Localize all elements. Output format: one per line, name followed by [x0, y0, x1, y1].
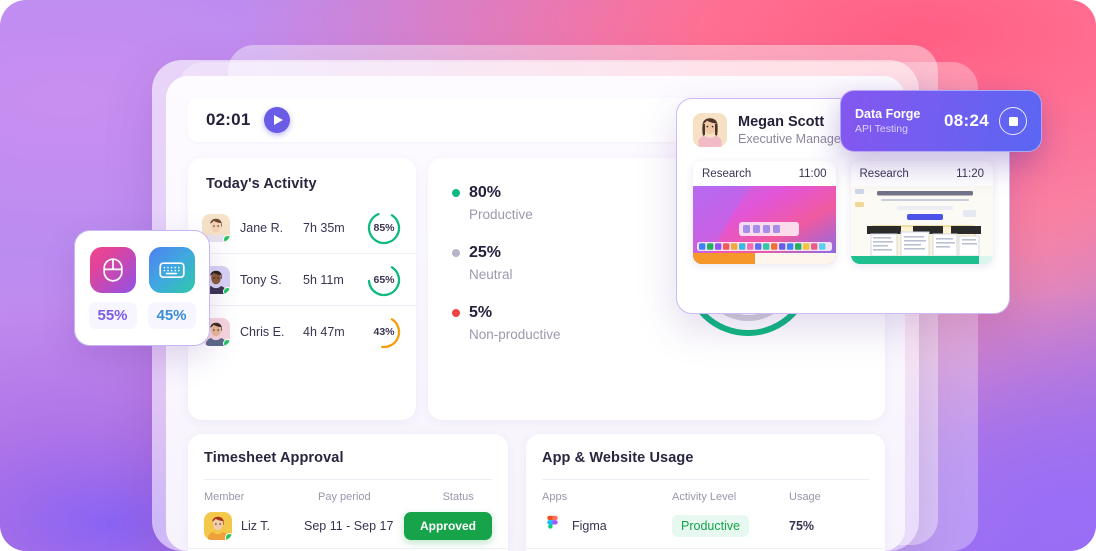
activity-duration: 4h 47m — [303, 325, 345, 339]
mouse-icon — [89, 247, 136, 293]
screenshot-title: Research — [702, 168, 752, 180]
activity-percent-ring: 43% — [366, 314, 402, 350]
legend-percent: 80% — [469, 184, 502, 201]
online-status-dot — [223, 339, 230, 346]
active-task-subtitle: API Testing — [855, 123, 908, 135]
legend-bullet-icon — [452, 189, 460, 197]
screenshot-list: Research 11:00 Research 11:20 — [693, 161, 993, 264]
activity-percent-label: 43% — [373, 326, 395, 338]
legend-item: 25% Neutral — [452, 244, 561, 282]
legend-label: Non-productive — [469, 327, 561, 342]
activity-duration: 5h 11m — [303, 272, 344, 287]
activity-member-name: Chris E. — [240, 325, 285, 339]
activity-level-cell: Productive — [672, 514, 789, 537]
member-name: Megan Scott — [738, 114, 825, 130]
col-apps: Apps — [542, 491, 568, 503]
legend-label: Neutral — [469, 267, 513, 282]
figma-icon — [542, 514, 563, 538]
table-row[interactable]: Figma Productive 75% — [526, 503, 885, 549]
keyboard-icon — [148, 247, 195, 293]
screenshot-thumbnail — [850, 186, 993, 264]
apps-header-row: Apps Activity Level Usage — [526, 480, 885, 503]
activity-row[interactable]: Tony S. 5h 11m 65% — [188, 254, 416, 306]
timesheet-pay-period: Sep 11 - Sep 17 — [303, 518, 394, 533]
usage-value: 75% — [789, 518, 815, 533]
activity-percent-label: 85% — [373, 221, 395, 234]
timer-elapsed: 02:01 — [206, 110, 251, 129]
productivity-legend: 80% Productive 25% Neutral 5% Non-productive — [452, 184, 561, 364]
mouse-percent: 55% — [88, 302, 137, 329]
screenshot-header: Research 11:20 — [851, 161, 994, 186]
active-task-card: Data Forge API Testing 08:24 — [840, 90, 1042, 152]
activity-member-name: Tony S. — [240, 272, 282, 287]
col-usage: Usage — [789, 491, 821, 503]
screenshot-time: 11:00 — [798, 168, 827, 180]
legend-percent: 25% — [469, 244, 502, 261]
online-status-dot — [223, 234, 230, 242]
col-period: Pay period — [318, 491, 371, 503]
legend-item: 80% Productive — [452, 184, 561, 222]
status-badge[interactable]: Approved — [403, 511, 492, 540]
activity-row[interactable]: Chris E. 4h 47m 43% — [188, 306, 416, 358]
avatar — [693, 113, 727, 147]
app-name-cell: Figma — [542, 514, 672, 538]
keyboard-activity: 45% — [147, 247, 196, 345]
screenshot-item[interactable]: Research 11:00 — [693, 161, 836, 264]
legend-label: Productive — [469, 207, 533, 222]
legend-bullet-icon — [452, 309, 460, 317]
legend-item: 5% Non-productive — [452, 304, 561, 342]
keyboard-percent: 45% — [147, 302, 196, 329]
play-icon[interactable] — [264, 107, 291, 133]
col-level: Activity Level — [672, 491, 737, 503]
screenshot-item[interactable]: Research 11:20 — [850, 161, 994, 264]
timesheet-approval-card: Timesheet Approval Member Pay period Sta… — [188, 434, 508, 551]
col-status: Status — [442, 491, 474, 503]
activity-level-pill: Productive — [672, 514, 750, 537]
apps-title: App & Website Usage — [542, 450, 694, 466]
stop-square — [1008, 116, 1018, 126]
todays-activity-card: Today's Activity Jane R. 7h 35m 85% Tony S.… — [188, 158, 416, 420]
screenshot-thumbnail — [693, 186, 836, 264]
timesheet-title: Timesheet Approval — [204, 450, 344, 466]
active-task-info: Data Forge API Testing — [855, 107, 934, 135]
activity-row[interactable]: Jane R. 7h 35m 85% — [188, 202, 416, 254]
timesheet-member: Liz T. — [204, 511, 304, 540]
stop-icon[interactable] — [999, 107, 1027, 135]
mouse-activity: 55% — [88, 247, 137, 345]
table-row[interactable]: Liz T. Sep 11 - Sep 17 Approved — [188, 503, 508, 549]
timesheet-header-row: Member Pay period Status — [188, 480, 508, 503]
activity-percent-ring: 85% — [366, 210, 402, 246]
online-status-dot — [225, 532, 232, 540]
member-role: Executive Manager — [738, 132, 846, 146]
app-website-usage-card: App & Website Usage Apps Activity Level … — [526, 434, 885, 551]
col-member: Member — [204, 491, 245, 503]
avatar — [204, 511, 232, 540]
activity-percent-ring: 65% — [366, 262, 402, 298]
online-status-dot — [223, 286, 230, 294]
activity-card-title: Today's Activity — [206, 176, 317, 192]
active-task-elapsed: 08:24 — [944, 111, 989, 130]
legend-percent: 5% — [469, 304, 493, 321]
activity-member-name: Jane R. — [240, 220, 284, 235]
screenshot-title: Research — [859, 168, 909, 180]
input-activity-card: 55% 45% — [74, 230, 210, 346]
screenshot-header: Research 11:00 — [693, 161, 836, 186]
active-task-name: Data Forge — [855, 107, 921, 121]
activity-percent-label: 65% — [373, 273, 395, 286]
legend-bullet-icon — [452, 249, 460, 257]
screenshot-time: 11:20 — [956, 168, 984, 180]
activity-duration: 7h 35m — [303, 220, 345, 235]
